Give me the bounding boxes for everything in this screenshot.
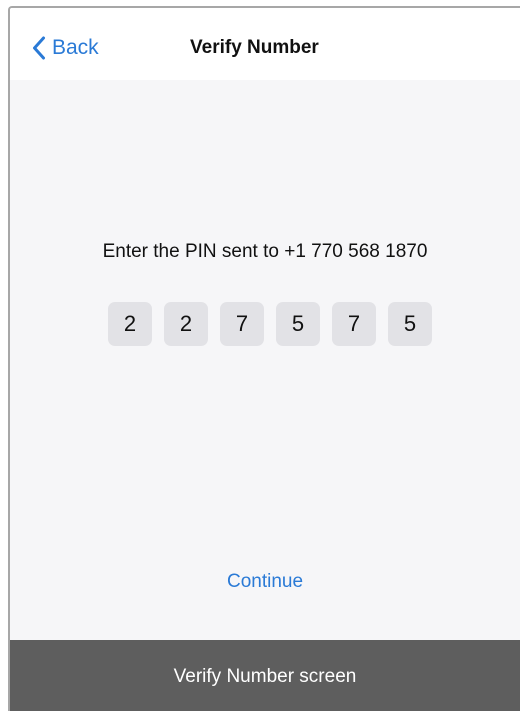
phone-screen: Back Verify Number Enter the PIN sent to… bbox=[8, 6, 520, 711]
verify-content: Enter the PIN sent to +1 770 568 1870 2 … bbox=[10, 80, 520, 640]
pin-digit-6[interactable]: 5 bbox=[388, 302, 432, 346]
navigation-bar: Back Verify Number bbox=[10, 8, 520, 80]
screenshot-frame: Back Verify Number Enter the PIN sent to… bbox=[0, 0, 520, 711]
continue-button[interactable]: Continue bbox=[10, 568, 520, 596]
chevron-left-icon bbox=[32, 36, 46, 60]
pin-digit-2[interactable]: 2 bbox=[164, 302, 208, 346]
pin-digit-1[interactable]: 2 bbox=[108, 302, 152, 346]
pin-prompt: Enter the PIN sent to +1 770 568 1870 bbox=[102, 241, 428, 262]
pin-digit-3[interactable]: 7 bbox=[220, 302, 264, 346]
page-title: Verify Number bbox=[190, 37, 319, 58]
pin-digit-5[interactable]: 7 bbox=[332, 302, 376, 346]
back-button[interactable]: Back bbox=[32, 34, 99, 62]
caption-bar: Verify Number screen bbox=[10, 640, 520, 711]
pin-input-group: 2 2 7 5 7 5 bbox=[108, 302, 432, 346]
back-button-label: Back bbox=[52, 36, 99, 59]
pin-digit-4[interactable]: 5 bbox=[276, 302, 320, 346]
caption-text: Verify Number screen bbox=[173, 665, 357, 687]
